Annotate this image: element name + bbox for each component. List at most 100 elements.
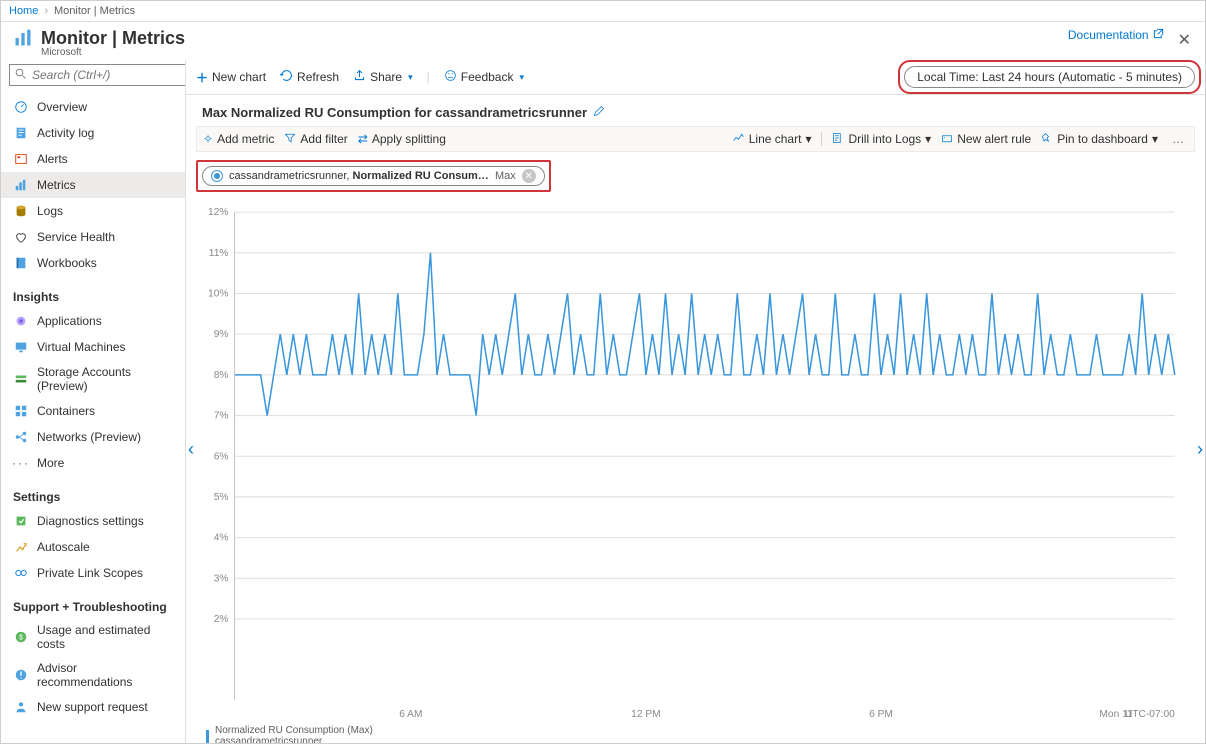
sidebar-item-storage-accounts-preview-[interactable]: Storage Accounts (Preview) <box>1 360 185 398</box>
sidebar-group-header: Support + Troubleshooting <box>1 594 185 618</box>
remove-chip-icon[interactable]: ✕ <box>522 169 536 183</box>
filter-icon <box>284 132 296 147</box>
new-chart-button[interactable]: ＋ New chart <box>196 69 266 86</box>
chart-nav-left[interactable]: ‹ <box>188 439 194 460</box>
new-alert-rule-button[interactable]: New alert rule <box>941 132 1031 147</box>
line-chart[interactable]: 2%3%4%5%6%7%8%9%10%11%12%6 AM12 PM6 PMMo… <box>206 208 1185 721</box>
svg-text:8%: 8% <box>214 370 229 381</box>
page-title: Monitor | Metrics Microsoft <box>41 28 185 58</box>
plus-icon: ＋ <box>196 69 208 86</box>
metrics-icon <box>13 177 29 193</box>
add-metric-button[interactable]: ✧ Add metric <box>203 132 274 146</box>
svg-text:$: $ <box>19 635 23 642</box>
sidebar-item-containers[interactable]: Containers <box>1 398 185 424</box>
chart-nav-right[interactable]: › <box>1197 439 1203 460</box>
containers-icon <box>13 403 29 419</box>
svg-text:11%: 11% <box>209 248 229 259</box>
time-range-picker[interactable]: Local Time: Last 24 hours (Automatic - 5… <box>904 66 1195 88</box>
sidebar-group-header: Insights <box>1 284 185 308</box>
vm-icon <box>13 339 29 355</box>
sidebar-item-applications[interactable]: Applications <box>1 308 185 334</box>
page-header: Monitor | Metrics Microsoft Documentatio… <box>1 22 1205 60</box>
sidebar-item-virtual-machines[interactable]: Virtual Machines <box>1 334 185 360</box>
sidebar: « OverviewActivity logAlertsMetricsLogsS… <box>1 60 186 743</box>
svg-text:9%: 9% <box>214 329 229 340</box>
metric-toolbar: ✧ Add metric Add filter ⇄ Apply splittin… <box>196 126 1195 152</box>
sidebar-item-workbooks[interactable]: Workbooks <box>1 250 185 276</box>
activity-icon <box>13 125 29 141</box>
support-icon <box>13 699 29 715</box>
sparkle-icon: ✧ <box>203 132 213 146</box>
share-button[interactable]: Share▾ <box>353 69 413 85</box>
svg-text:10%: 10% <box>208 289 228 300</box>
sidebar-item-more[interactable]: ···More <box>1 450 185 476</box>
svg-text:2%: 2% <box>214 614 229 625</box>
share-icon <box>353 69 366 85</box>
chevron-down-icon: ▾ <box>519 72 524 83</box>
sidebar-item-activity-log[interactable]: Activity log <box>1 120 185 146</box>
breadcrumb-current: Monitor | Metrics <box>54 5 135 17</box>
storage-icon <box>13 371 29 387</box>
pin-to-dashboard-button[interactable]: Pin to dashboard▾ <box>1041 132 1158 147</box>
search-input[interactable] <box>9 64 186 86</box>
breadcrumb-home[interactable]: Home <box>9 5 38 17</box>
svg-text:12%: 12% <box>208 207 228 218</box>
sidebar-item-diagnostics-settings[interactable]: Diagnostics settings <box>1 508 185 534</box>
metrics-icon <box>13 28 33 48</box>
more-icon: ··· <box>13 455 29 471</box>
svg-text:UTC-07:00: UTC-07:00 <box>1125 709 1175 720</box>
search-icon <box>15 68 27 83</box>
apps-icon <box>13 313 29 329</box>
sidebar-item-logs[interactable]: Logs <box>1 198 185 224</box>
sidebar-item-networks-preview-[interactable]: Networks (Preview) <box>1 424 185 450</box>
sidebar-item-advisor-recommendations[interactable]: Advisor recommendations <box>1 656 185 694</box>
split-icon: ⇄ <box>358 132 368 146</box>
chart-area: ‹ › 2%3%4%5%6%7%8%9%10%11%12%6 AM12 PM6 … <box>206 208 1185 721</box>
logs-icon <box>13 203 29 219</box>
sidebar-item-alerts[interactable]: Alerts <box>1 146 185 172</box>
resource-icon <box>211 170 223 182</box>
logs-icon <box>832 132 844 147</box>
sidebar-item-new-support-request[interactable]: New support request <box>1 694 185 720</box>
svg-text:4%: 4% <box>214 533 229 544</box>
more-icon[interactable]: … <box>1168 132 1188 146</box>
svg-text:6 PM: 6 PM <box>869 709 893 720</box>
chevron-down-icon: ▾ <box>408 72 413 83</box>
edit-title-icon[interactable] <box>593 105 605 120</box>
sidebar-item-private-link-scopes[interactable]: Private Link Scopes <box>1 560 185 586</box>
add-filter-button[interactable]: Add filter <box>284 132 347 147</box>
chevron-right-icon: › <box>44 5 48 17</box>
main-area: « OverviewActivity logAlertsMetricsLogsS… <box>1 60 1205 743</box>
sidebar-item-overview[interactable]: Overview <box>1 94 185 120</box>
app-root: Home › Monitor | Metrics Monitor | Metri… <box>0 0 1206 744</box>
external-link-icon <box>1153 28 1164 42</box>
svg-text:6 AM: 6 AM <box>399 709 422 720</box>
sidebar-group-header: Settings <box>1 484 185 508</box>
sidebar-item-usage-and-estimated-costs[interactable]: $Usage and estimated costs <box>1 618 185 656</box>
health-icon <box>13 229 29 245</box>
feedback-button[interactable]: Feedback▾ <box>444 69 524 85</box>
chart-type-dropdown[interactable]: Line chart▾ <box>732 131 812 147</box>
refresh-button[interactable]: Refresh <box>280 69 339 85</box>
legend-color-bar <box>206 730 209 744</box>
sidebar-item-autoscale[interactable]: Autoscale <box>1 534 185 560</box>
sidebar-item-service-health[interactable]: Service Health <box>1 224 185 250</box>
close-icon[interactable]: ✕ <box>1176 28 1193 52</box>
content: ＋ New chart Refresh Share▾ | <box>186 60 1205 743</box>
metric-chip[interactable]: cassandrametricsrunner, Normalized RU Co… <box>202 166 545 186</box>
chart-title: Max Normalized RU Consumption for cassan… <box>186 95 1205 124</box>
alert-icon <box>941 132 953 147</box>
svg-text:12 PM: 12 PM <box>631 709 660 720</box>
chart-toolbar: ＋ New chart Refresh Share▾ | <box>186 60 1205 95</box>
networks-icon <box>13 429 29 445</box>
overview-icon <box>13 99 29 115</box>
smiley-icon <box>444 69 457 85</box>
drill-into-logs-button[interactable]: Drill into Logs▾ <box>832 132 931 147</box>
documentation-link[interactable]: Documentation <box>1068 28 1164 42</box>
legend-metric: Normalized RU Consumption (Max) <box>215 725 373 736</box>
sidebar-item-metrics[interactable]: Metrics <box>1 172 185 198</box>
privatelink-icon <box>13 565 29 581</box>
refresh-icon <box>280 69 293 85</box>
apply-splitting-button[interactable]: ⇄ Apply splitting <box>358 132 446 146</box>
svg-text:6%: 6% <box>214 451 229 462</box>
